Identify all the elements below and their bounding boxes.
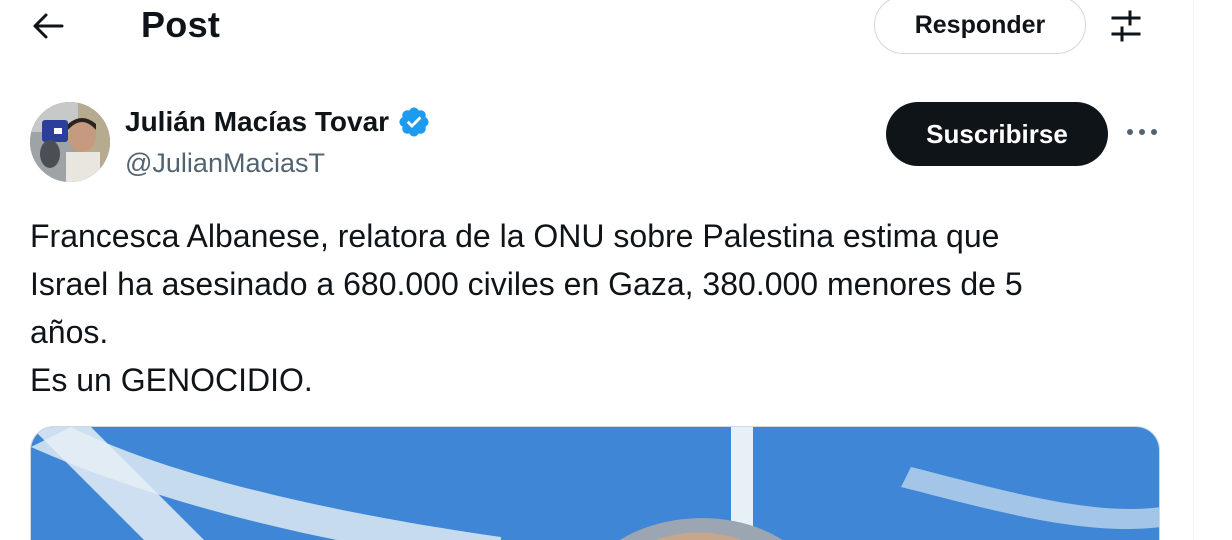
reply-button[interactable]: Responder	[874, 0, 1086, 54]
author-handle[interactable]: @JulianMaciasT	[125, 145, 325, 181]
post-page: Post Responder Julián Macías Tovar @Juli…	[0, 0, 1232, 540]
post-text-line: Israel ha asesinado a 680.000 civiles en…	[30, 266, 1023, 302]
post-text-line: Es un GENOCIDIO.	[30, 362, 313, 398]
post-author-row: Julián Macías Tovar @JulianMaciasT Suscr…	[30, 100, 1170, 184]
post-media-image[interactable]	[30, 426, 1160, 540]
post-text-line: Francesca Albanese, relatora de la ONU s…	[30, 218, 1000, 254]
top-bar: Post Responder	[0, 0, 1194, 56]
post-text: Francesca Albanese, relatora de la ONU s…	[30, 212, 1170, 404]
sliders-icon	[1111, 10, 1141, 42]
more-horizontal-icon	[1127, 129, 1157, 135]
author-name-text: Julián Macías Tovar	[125, 106, 390, 137]
post-text-line: años.	[30, 314, 109, 350]
subscribe-button[interactable]: Suscribirse	[886, 102, 1108, 166]
filter-button[interactable]	[1104, 6, 1148, 46]
arrow-left-icon	[33, 13, 64, 39]
avatar[interactable]	[30, 102, 110, 182]
page-title: Post	[141, 4, 221, 45]
column-divider	[1193, 0, 1194, 540]
author-name[interactable]: Julián Macías Tovar	[125, 104, 431, 140]
verified-badge-icon	[399, 107, 429, 137]
more-options-button[interactable]	[1122, 112, 1162, 152]
back-button[interactable]	[26, 4, 70, 48]
